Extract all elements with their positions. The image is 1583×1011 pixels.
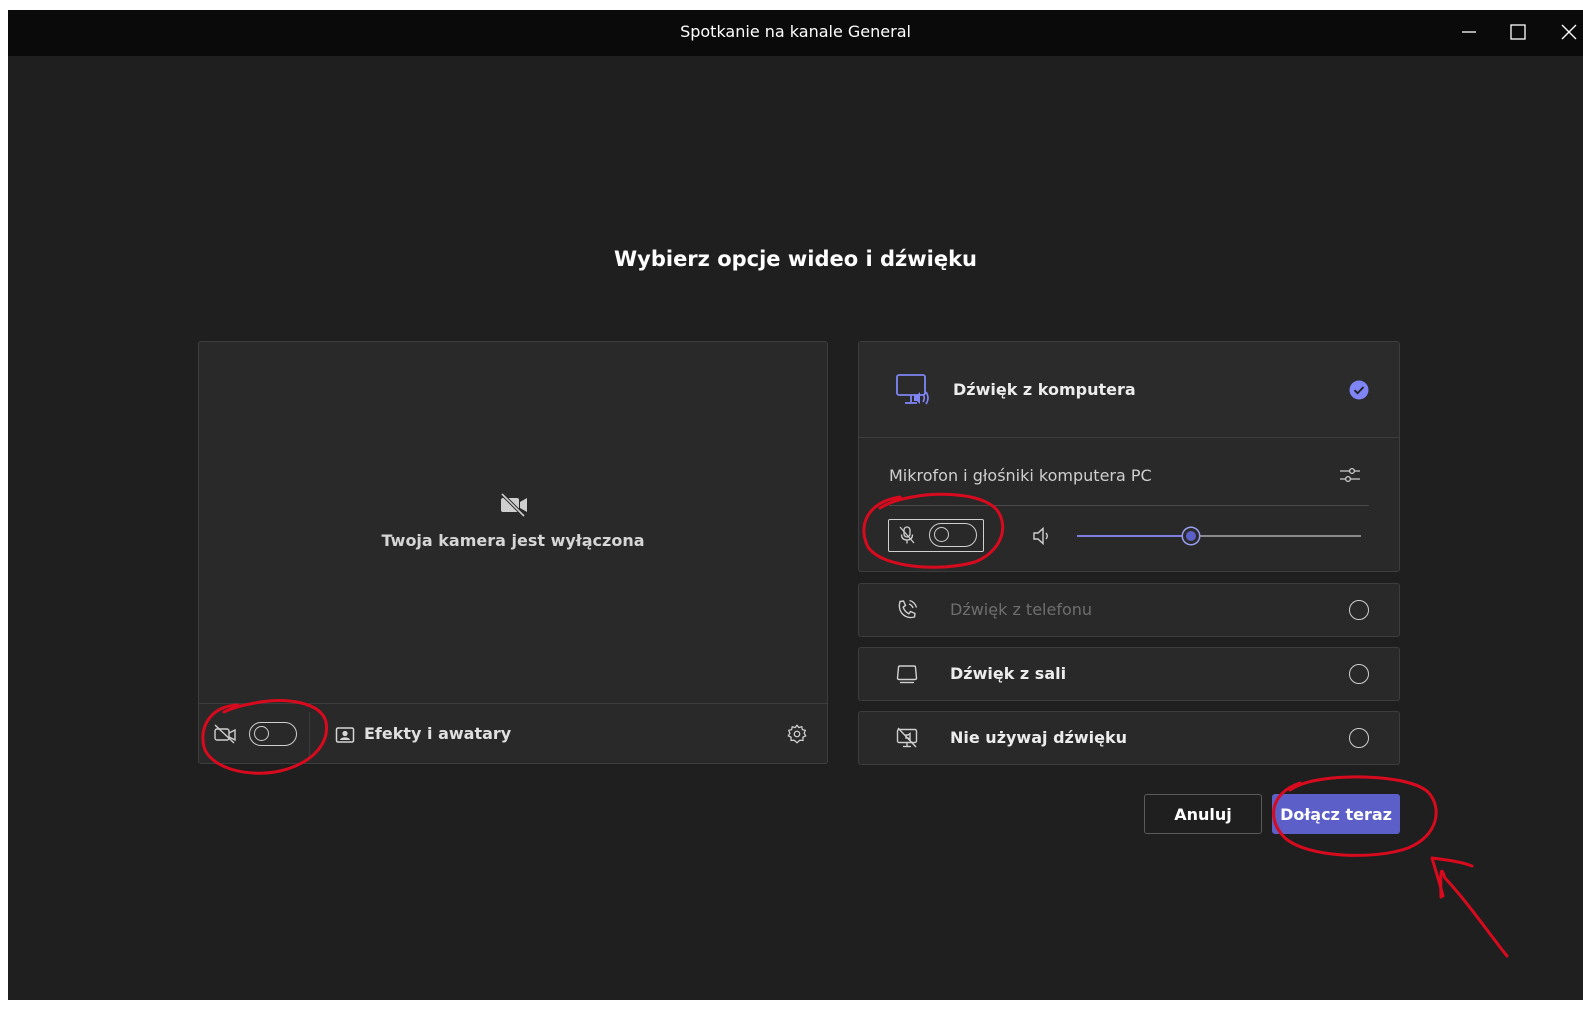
audio-option-none-label: Nie używaj dźwięku — [950, 728, 1127, 747]
meeting-prejoin-window: Spotkanie na kanale General Wybierz opcj… — [8, 10, 1583, 1000]
title-bar: Spotkanie na kanale General — [8, 10, 1583, 56]
camera-toggle-knob — [254, 726, 269, 741]
phone-audio-icon — [898, 599, 918, 619]
computer-audio-icon — [896, 374, 929, 405]
audio-option-room-label: Dźwięk z sali — [950, 664, 1067, 683]
room-audio-icon — [896, 665, 918, 684]
audio-option-phone-label: Dźwięk z telefonu — [950, 600, 1093, 619]
page-title: Wybierz opcje wideo i dźwięku — [613, 247, 977, 271]
camera-off-small-icon — [214, 724, 236, 744]
minimize-icon — [1462, 31, 1476, 33]
close-button[interactable] — [1548, 18, 1583, 48]
microphone-off-icon — [899, 526, 915, 544]
camera-off-icon — [500, 492, 527, 518]
minimize-button[interactable] — [1448, 18, 1488, 48]
microphone-toggle[interactable] — [929, 523, 977, 547]
camera-off-message: Twoja kamera jest wyłączona — [381, 531, 645, 550]
camera-toggle[interactable] — [249, 722, 297, 746]
audio-option-phone-radio[interactable] — [1349, 600, 1369, 620]
no-audio-icon — [896, 727, 918, 748]
video-preview-panel: Twoja kamera jest wyłączona Efekty i awa… — [198, 341, 828, 764]
audio-option-computer[interactable]: Dźwięk z komputera Mikrofon i głośniki k… — [858, 341, 1400, 572]
audio-option-phone[interactable]: Dźwięk z telefonu — [858, 583, 1400, 637]
audio-device-label: Mikrofon i głośniki komputera PC — [889, 466, 1152, 485]
audio-option-none[interactable]: Nie używaj dźwięku — [858, 711, 1400, 765]
microphone-toggle-knob — [934, 527, 949, 542]
microphone-control[interactable] — [888, 519, 984, 552]
volume-slider-fill — [1077, 535, 1191, 537]
audio-option-computer-header[interactable]: Dźwięk z komputera — [859, 342, 1399, 438]
join-now-button[interactable]: Dołącz teraz — [1272, 794, 1400, 834]
video-toolbar: Efekty i awatary — [199, 703, 827, 763]
audio-option-none-radio[interactable] — [1349, 728, 1369, 748]
maximize-icon — [1510, 24, 1526, 40]
toolbar-divider — [309, 712, 310, 756]
close-icon — [1561, 24, 1577, 40]
effects-avatars-button[interactable]: Efekty i awatary — [364, 724, 511, 743]
gear-icon[interactable] — [786, 723, 808, 745]
device-divider — [889, 505, 1369, 506]
device-settings-icon[interactable] — [1339, 464, 1361, 486]
audio-option-room-radio[interactable] — [1349, 664, 1369, 684]
speaker-icon — [1033, 526, 1048, 546]
volume-slider-thumb[interactable] — [1182, 528, 1199, 544]
cancel-button[interactable]: Anuluj — [1144, 794, 1262, 834]
maximize-button[interactable] — [1498, 18, 1538, 48]
audio-option-room[interactable]: Dźwięk z sali — [858, 647, 1400, 701]
checkmark-circle-icon — [1349, 380, 1369, 400]
effects-avatar-icon[interactable] — [335, 726, 355, 744]
volume-slider[interactable] — [1077, 528, 1361, 544]
audio-option-computer-label: Dźwięk z komputera — [953, 380, 1136, 399]
window-title: Spotkanie na kanale General — [680, 22, 911, 41]
